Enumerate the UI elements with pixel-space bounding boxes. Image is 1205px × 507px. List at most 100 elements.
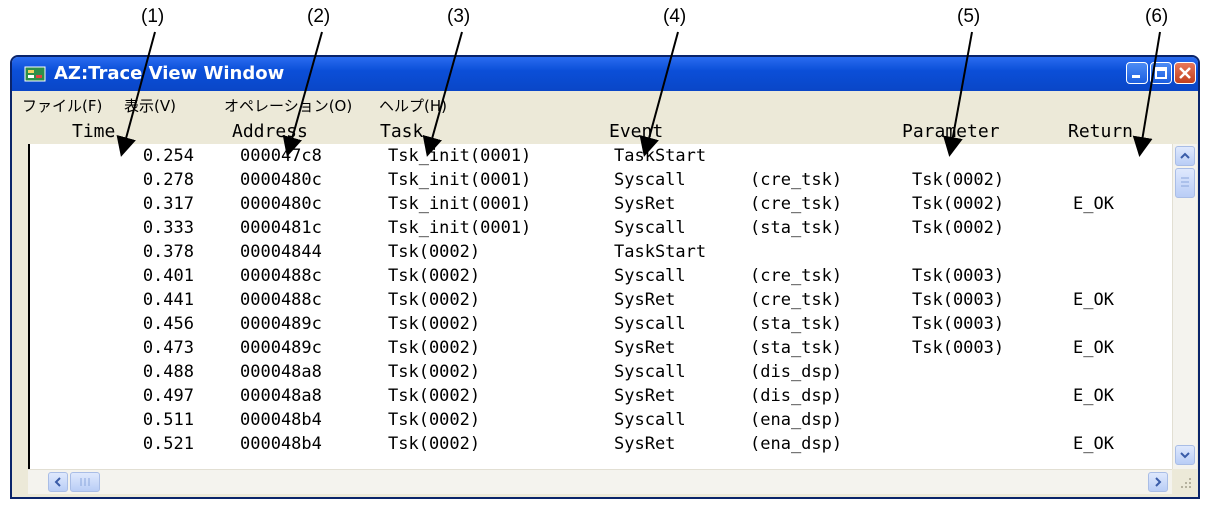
scroll-up-button[interactable] (1175, 146, 1195, 166)
scroll-left-button[interactable] (48, 472, 68, 492)
title-bar[interactable]: AZ:Trace View Window (12, 57, 1198, 91)
cell-event: SysRet (614, 338, 676, 358)
menu-operation[interactable]: オペレーション(O) (224, 95, 352, 116)
cell-time: 0.333 (142, 218, 194, 238)
callout-6: (6) (1145, 6, 1169, 27)
cell-return: E_OK (1073, 386, 1114, 406)
cell-task: Tsk_init(0001) (388, 194, 532, 214)
table-row[interactable]: 0.278 0000480c Tsk_init(0001) Syscall (cre_t… (30, 170, 1170, 190)
hscroll-thumb[interactable] (70, 472, 100, 492)
cell-event: SysRet (614, 434, 676, 454)
menu-bar: ファイル(F) 表示(V) オペレーション(O) ヘルプ(H) (12, 91, 1198, 119)
callout-1: (1) (141, 6, 165, 27)
cell-event: Syscall (614, 362, 686, 382)
table-row[interactable]: 0.378 00004844 Tsk(0002) TaskStart (30, 242, 1170, 262)
table-row[interactable]: 0.456 0000489c Tsk(0002) Syscall (sta_tsk) Ts… (30, 314, 1170, 334)
cell-time: 0.511 (142, 410, 194, 430)
cell-parameter: Tsk(0003) (912, 338, 1005, 358)
maximize-button[interactable] (1150, 62, 1172, 84)
cell-task: Tsk_init(0001) (388, 218, 532, 238)
cell-event: Syscall (614, 170, 686, 190)
cell-call: (cre_tsk) (750, 290, 843, 310)
cell-address: 000048b4 (240, 434, 322, 454)
column-address[interactable]: Address (232, 121, 308, 142)
callout-5: (5) (957, 6, 981, 27)
cell-address: 00004844 (240, 242, 322, 262)
chevron-up-icon (1180, 152, 1190, 159)
table-row[interactable]: 0.497 000048a8 Tsk(0002) SysRet (dis_dsp) E_O… (30, 386, 1170, 406)
cell-return: E_OK (1073, 194, 1114, 214)
cell-return: E_OK (1073, 290, 1114, 310)
cell-call: (sta_tsk) (750, 218, 843, 238)
cell-call: (dis_dsp) (750, 362, 843, 382)
cell-task: Tsk(0002) (388, 386, 481, 406)
cell-time: 0.488 (142, 362, 194, 382)
table-row[interactable]: 0.473 0000489c Tsk(0002) SysRet (sta_tsk) Tsk… (30, 338, 1170, 358)
cell-task: Tsk(0002) (388, 338, 481, 358)
cell-call: (dis_dsp) (750, 386, 843, 406)
cell-parameter: Tsk(0002) (912, 194, 1005, 214)
minimize-button[interactable] (1126, 62, 1148, 84)
table-row[interactable]: 0.317 0000480c Tsk_init(0001) SysRet (cre_ts… (30, 194, 1170, 214)
cell-address: 0000481c (240, 218, 322, 238)
cell-call: (cre_tsk) (750, 170, 843, 190)
close-icon (1179, 67, 1191, 79)
column-time[interactable]: Time (72, 121, 115, 142)
scroll-thumb[interactable] (1175, 168, 1195, 198)
cell-address: 0000488c (240, 266, 322, 286)
scroll-down-button[interactable] (1175, 445, 1195, 465)
table-row[interactable]: 0.521 000048b4 Tsk(0002) SysRet (ena_dsp) E_O… (30, 434, 1170, 454)
cell-call: (cre_tsk) (750, 266, 843, 286)
cell-parameter: Tsk(0002) (912, 218, 1005, 238)
horizontal-scrollbar[interactable] (28, 469, 1172, 494)
vertical-scrollbar[interactable] (1172, 144, 1197, 469)
resize-grip-icon (1181, 478, 1191, 488)
cell-address: 000047c8 (240, 146, 322, 166)
trace-list[interactable]: 0.254 000047c8 Tsk_init(0001) TaskStart 0.27… (28, 144, 1174, 469)
callout-4: (4) (663, 6, 687, 27)
cell-call: (ena_dsp) (750, 410, 843, 430)
table-row[interactable]: 0.511 000048b4 Tsk(0002) Syscall (ena_dsp) (30, 410, 1170, 430)
maximize-icon (1155, 67, 1167, 79)
cell-address: 0000480c (240, 170, 322, 190)
cell-event: Syscall (614, 410, 686, 430)
cell-task: Tsk(0002) (388, 314, 481, 334)
cell-event: Syscall (614, 266, 686, 286)
column-return[interactable]: Return (1068, 121, 1133, 142)
chevron-right-icon (1155, 477, 1162, 487)
menu-view[interactable]: 表示(V) (124, 95, 176, 116)
cell-event: SysRet (614, 290, 676, 310)
cell-call: (sta_tsk) (750, 338, 843, 358)
cell-address: 0000489c (240, 338, 322, 358)
cell-event: SysRet (614, 194, 676, 214)
cell-event: TaskStart (614, 242, 707, 262)
table-row[interactable]: 0.441 0000488c Tsk(0002) SysRet (cre_tsk) Tsk… (30, 290, 1170, 310)
close-button[interactable] (1174, 62, 1196, 84)
cell-time: 0.521 (142, 434, 194, 454)
minimize-icon (1132, 75, 1140, 78)
column-parameter[interactable]: Parameter (902, 121, 1000, 142)
cell-task: Tsk(0002) (388, 434, 481, 454)
column-event[interactable]: Event (609, 121, 663, 142)
cell-parameter: Tsk(0003) (912, 290, 1005, 310)
table-row[interactable]: 0.254 000047c8 Tsk_init(0001) TaskStart (30, 146, 1170, 166)
menu-help[interactable]: ヘルプ(H) (379, 95, 447, 116)
cell-event: Syscall (614, 218, 686, 238)
left-gutter (12, 144, 28, 493)
table-row[interactable]: 0.333 0000481c Tsk_init(0001) Syscall (sta_t… (30, 218, 1170, 238)
scroll-right-button[interactable] (1148, 472, 1168, 492)
trace-view-window: AZ:Trace View Window ファイル(F) 表示(V) オペレーシ… (10, 55, 1200, 499)
cell-time: 0.441 (142, 290, 194, 310)
table-row[interactable]: 0.488 000048a8 Tsk(0002) Syscall (dis_dsp) (30, 362, 1170, 382)
menu-file[interactable]: ファイル(F) (22, 95, 102, 116)
cell-address: 000048a8 (240, 362, 322, 382)
cell-event: Syscall (614, 314, 686, 334)
column-task[interactable]: Task (380, 121, 423, 142)
resize-grip[interactable] (1172, 469, 1196, 493)
callout-3: (3) (447, 6, 471, 27)
window-title: AZ:Trace View Window (54, 63, 285, 84)
cell-call: (sta_tsk) (750, 314, 843, 334)
cell-task: Tsk(0002) (388, 290, 481, 310)
cell-time: 0.278 (142, 170, 194, 190)
table-row[interactable]: 0.401 0000488c Tsk(0002) Syscall (cre_tsk) Ts… (30, 266, 1170, 286)
